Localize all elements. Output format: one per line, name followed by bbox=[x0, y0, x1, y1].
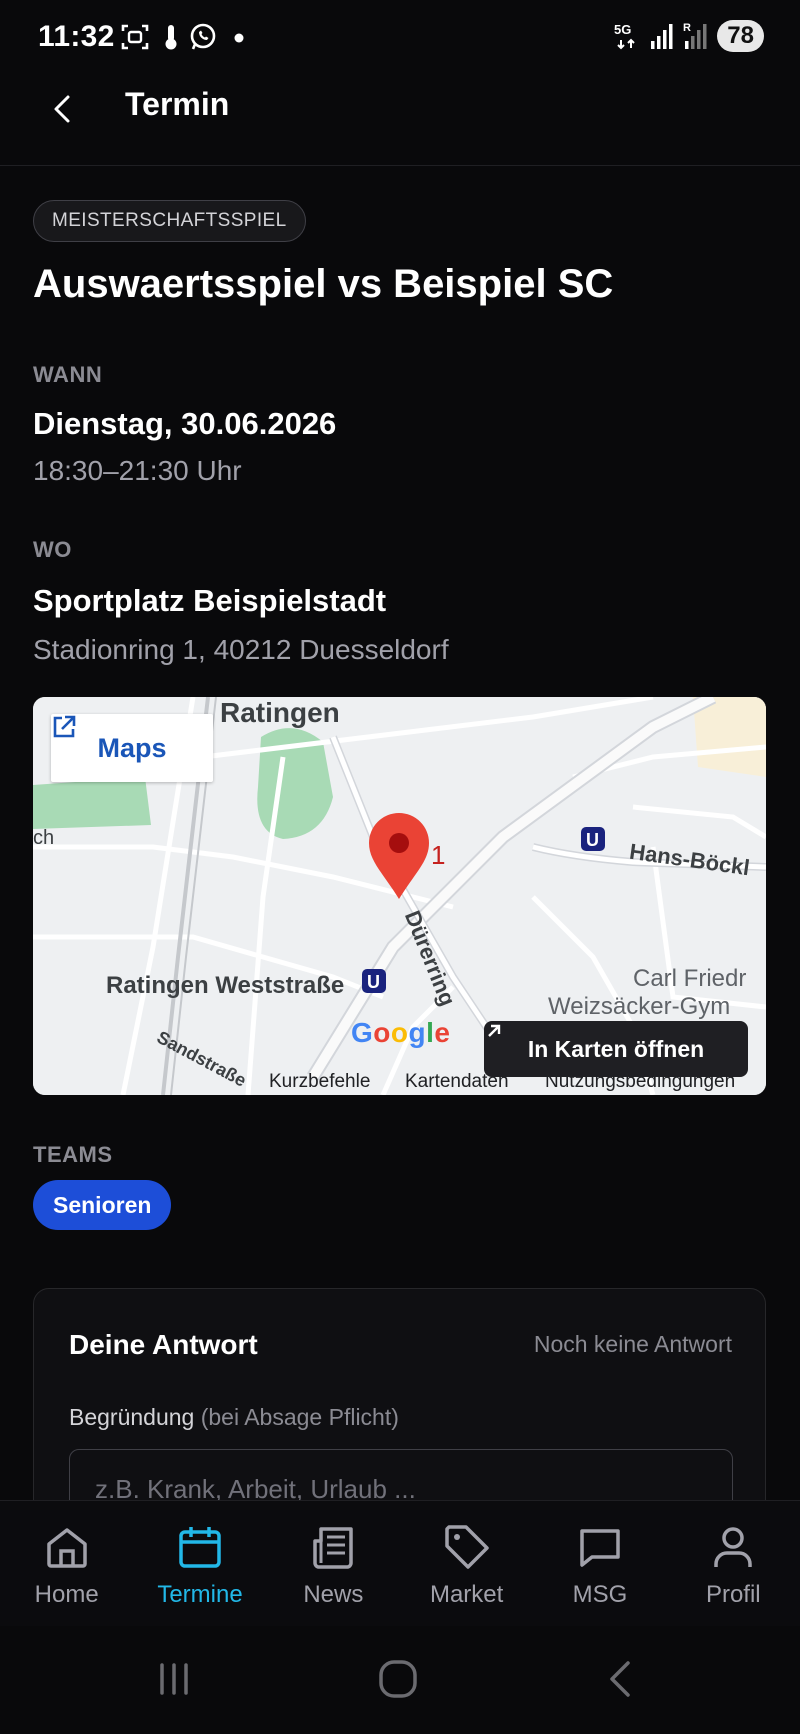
reason-hint: (bei Absage Pflicht) bbox=[200, 1404, 399, 1430]
map-label-carl: Carl Friedr bbox=[633, 965, 747, 992]
home-system-button[interactable] bbox=[368, 1654, 428, 1704]
map-label-weizsaecker: Weizsäcker-Gym bbox=[548, 993, 731, 1020]
event-date: Dienstag, 30.06.2026 bbox=[33, 406, 337, 441]
battery-level: 78 bbox=[717, 20, 764, 52]
external-link-icon bbox=[53, 715, 76, 738]
open-in-maps-button[interactable]: In Karten öffnen bbox=[484, 1021, 748, 1077]
nav-label-msg: MSG bbox=[572, 1581, 628, 1608]
home-circle-icon bbox=[379, 1660, 417, 1698]
nav-item-market[interactable]: Market bbox=[400, 1501, 533, 1626]
recents-button[interactable] bbox=[144, 1654, 204, 1704]
map-label-edge: ch bbox=[33, 827, 55, 849]
event-time: 18:30–21:30 Uhr bbox=[33, 455, 242, 486]
venue-name: Sportplatz Beispielstadt bbox=[33, 583, 387, 618]
svg-text:R: R bbox=[683, 22, 691, 34]
page-title: Termin bbox=[125, 86, 230, 122]
team-chip[interactable]: Senioren bbox=[33, 1180, 172, 1230]
app-header: Termin bbox=[0, 72, 800, 166]
map-shortcuts-link[interactable]: Kurzbefehle bbox=[269, 1071, 370, 1093]
signal-icon bbox=[651, 24, 673, 49]
back-button[interactable] bbox=[40, 86, 86, 132]
nav-item-news[interactable]: News bbox=[267, 1501, 400, 1626]
calendar-icon bbox=[179, 1527, 221, 1568]
reason-label-text: Begründung bbox=[69, 1404, 195, 1430]
svg-text:5G: 5G bbox=[614, 22, 631, 37]
event-title: Auswaertsspiel vs Beispiel SC bbox=[33, 262, 614, 306]
recents-icon bbox=[160, 1663, 188, 1695]
map-label-ratingen: Ratingen bbox=[220, 697, 340, 728]
reason-label: Begründung (bei Absage Pflicht) bbox=[69, 1404, 399, 1431]
bottom-navigation: Home Termine News Market MSG Profil bbox=[0, 1500, 800, 1626]
map-terms-link[interactable]: Nutzungsbedingungen bbox=[545, 1071, 735, 1093]
whatsapp-icon bbox=[190, 23, 216, 50]
roaming-signal-icon: R bbox=[683, 22, 707, 49]
screenshot-icon bbox=[121, 24, 149, 50]
newspaper-icon bbox=[313, 1527, 354, 1569]
event-type-badge: MEISTERSCHAFTSSPIEL bbox=[33, 200, 306, 242]
network-5g-icon: 5G bbox=[614, 22, 636, 50]
location-map[interactable]: U U 1 Maps Ratingen ch Ratingen Weststra… bbox=[33, 697, 766, 1095]
message-icon bbox=[580, 1529, 620, 1567]
nav-item-profil[interactable]: Profil bbox=[667, 1501, 800, 1626]
nav-label-home: Home bbox=[34, 1581, 99, 1608]
svg-text:U: U bbox=[586, 830, 599, 850]
answer-status: Noch keine Antwort bbox=[533, 1331, 732, 1357]
arrow-up-right-icon bbox=[488, 1024, 501, 1037]
map-label-weststrasse: Ratingen Weststraße bbox=[106, 972, 345, 999]
nav-item-home[interactable]: Home bbox=[0, 1501, 133, 1626]
when-label: WANN bbox=[33, 362, 103, 387]
nav-label-news: News bbox=[303, 1581, 364, 1608]
back-system-button[interactable] bbox=[592, 1654, 652, 1704]
map-marker-label: 1 bbox=[431, 840, 445, 870]
system-navigation bbox=[0, 1626, 800, 1734]
maps-link-label: Maps bbox=[97, 732, 167, 763]
map-data-link[interactable]: Kartendaten bbox=[405, 1071, 509, 1093]
where-label: WO bbox=[33, 537, 72, 562]
svg-text:U: U bbox=[367, 972, 380, 992]
venue-address: Stadionring 1, 40212 Duesseldorf bbox=[33, 634, 449, 665]
home-icon bbox=[46, 1528, 87, 1568]
status-time: 11:32 bbox=[38, 20, 115, 53]
subway-station-icon: U bbox=[362, 969, 386, 993]
thermometer-icon bbox=[165, 25, 177, 50]
nav-label-profil: Profil bbox=[705, 1581, 761, 1608]
chevron-left-icon bbox=[54, 95, 70, 123]
subway-station-icon: U bbox=[581, 827, 605, 851]
status-bar: 11:32 5G R 78 bbox=[0, 0, 800, 72]
google-logo: Google bbox=[351, 1017, 451, 1048]
nav-label-termine: Termine bbox=[157, 1581, 243, 1608]
answer-title: Deine Antwort bbox=[69, 1329, 258, 1360]
nav-item-termine[interactable]: Termine bbox=[133, 1501, 266, 1626]
tag-icon bbox=[444, 1525, 489, 1569]
maps-link-button[interactable]: Maps bbox=[51, 714, 213, 782]
open-in-maps-label: In Karten öffnen bbox=[527, 1035, 705, 1062]
dot-icon bbox=[234, 33, 244, 43]
nav-label-market: Market bbox=[429, 1581, 504, 1608]
teams-label: TEAMS bbox=[33, 1142, 113, 1167]
park-area bbox=[33, 777, 151, 829]
nav-item-msg[interactable]: MSG bbox=[533, 1501, 666, 1626]
back-icon bbox=[610, 1661, 630, 1697]
user-icon bbox=[714, 1527, 753, 1567]
